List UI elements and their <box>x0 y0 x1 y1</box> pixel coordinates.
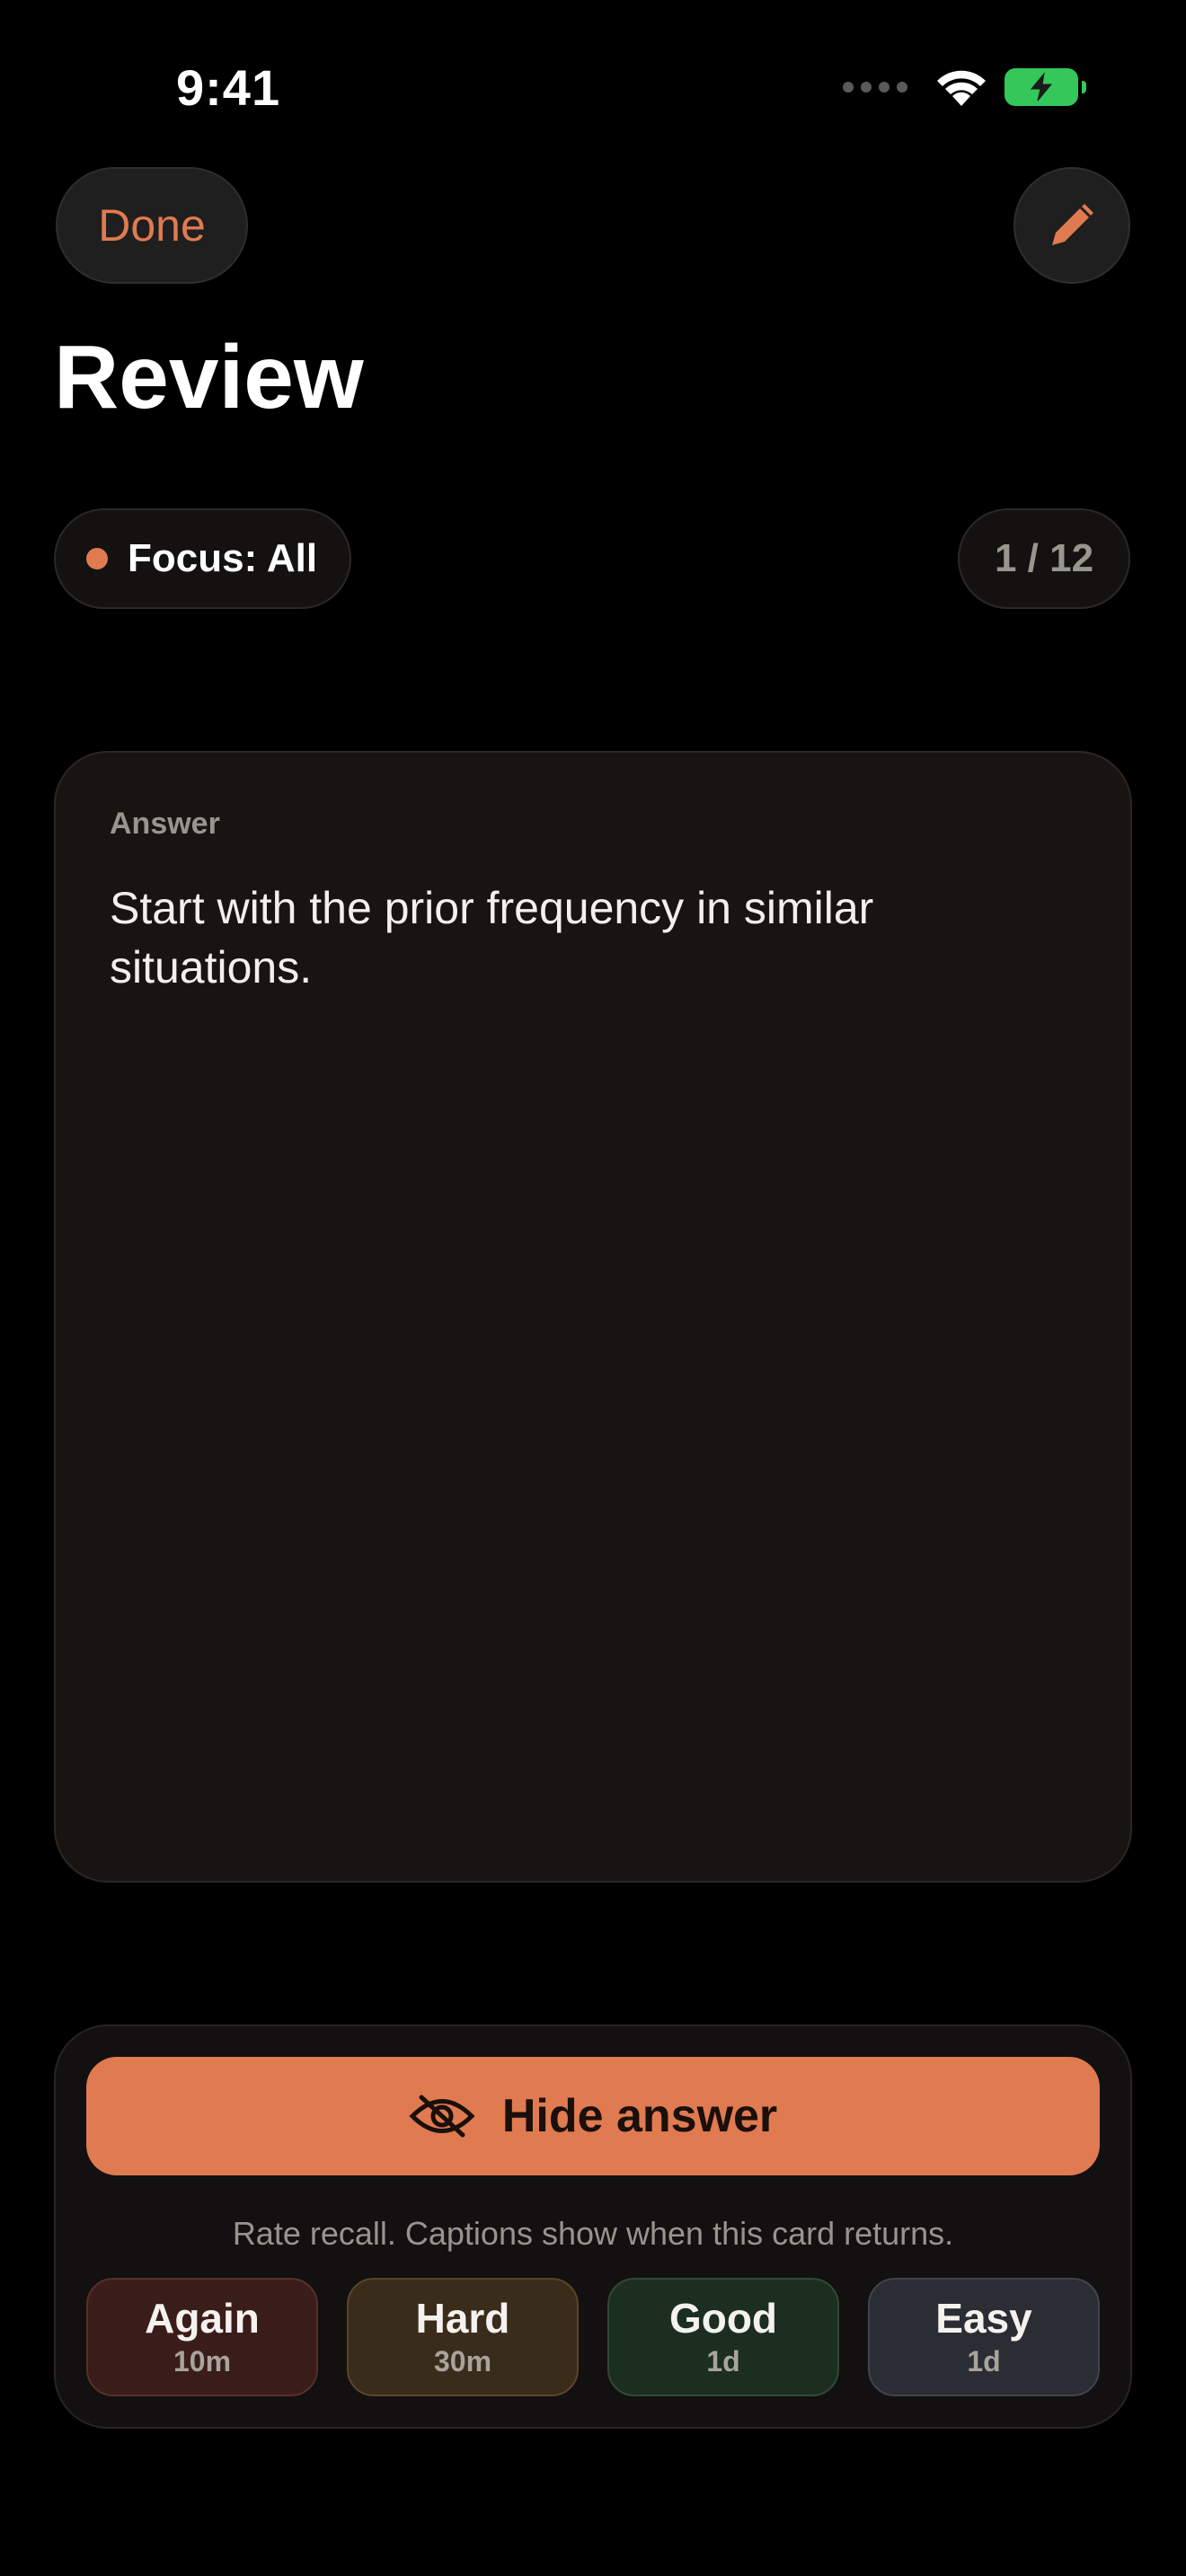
pencil-icon <box>1052 204 1093 245</box>
battery-charging-icon <box>1005 68 1086 106</box>
rate-again-interval: 10m <box>173 2345 232 2378</box>
focus-dot-icon <box>86 548 108 569</box>
rate-good-button[interactable]: Good 1d <box>607 2278 839 2396</box>
rate-good-interval: 1d <box>706 2345 740 2378</box>
focus-filter-button[interactable]: Focus: All <box>54 508 352 609</box>
rate-hard-button[interactable]: Hard 30m <box>347 2278 579 2396</box>
focus-label: Focus: All <box>128 536 318 580</box>
status-icons <box>843 65 1086 110</box>
answer-card[interactable]: Answer Start with the prior frequency in… <box>54 751 1132 1883</box>
card-counter: 1 / 12 <box>958 508 1130 609</box>
page-title: Review <box>54 327 364 428</box>
rate-easy-interval: 1d <box>967 2345 1001 2378</box>
card-label: Answer <box>110 807 220 841</box>
rate-good-label: Good <box>668 2295 778 2342</box>
rate-easy-label: Easy <box>935 2295 1032 2342</box>
hide-answer-button[interactable]: Hide answer <box>86 2057 1100 2175</box>
rate-hard-interval: 30m <box>433 2345 492 2378</box>
rate-again-label: Again <box>145 2295 260 2342</box>
answer-text: Start with the prior frequency in simila… <box>110 883 874 992</box>
hide-answer-label: Hide answer <box>501 2090 778 2142</box>
done-button[interactable]: Done <box>56 167 248 284</box>
rate-hard-label: Hard <box>415 2295 510 2342</box>
cellular-signal-icon <box>843 82 907 93</box>
rating-caption: Rate recall. Captions show when this car… <box>232 2215 954 2252</box>
status-time: 9:41 <box>176 59 281 116</box>
rate-again-button[interactable]: Again 10m <box>86 2278 318 2396</box>
rate-easy-button[interactable]: Easy 1d <box>868 2278 1100 2396</box>
edit-button[interactable] <box>1013 167 1130 284</box>
review-actions-panel: Hide answer Rate recall. Captions show w… <box>54 2025 1132 2429</box>
wifi-icon <box>937 70 986 106</box>
eye-slash-icon <box>409 2095 475 2138</box>
rating-buttons: Again 10m Hard 30m Good 1d Easy 1d <box>86 2278 1100 2396</box>
